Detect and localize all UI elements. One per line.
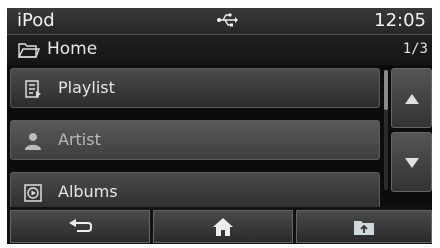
page-indicator: 1/3 [402,41,428,57]
folder-up-button[interactable] [296,210,432,243]
back-icon [69,218,92,232]
scroll-down-button[interactable] [391,132,432,192]
list-item-label: Albums [58,182,118,201]
home-button[interactable] [153,210,293,243]
breadcrumb: Home 1/3 [7,35,432,65]
ipod-screen: iPod 12:05 Home 1/3 Playlist Artist Albu… [7,8,432,244]
back-button[interactable] [10,210,150,243]
folder-up-icon [354,220,374,235]
app-title: iPod [17,10,55,31]
list-item-artist[interactable]: Artist [10,120,380,160]
list-item-playlist[interactable]: Playlist [10,68,380,108]
playlist-icon [25,80,41,98]
album-icon [24,184,42,202]
status-bar: iPod 12:05 [7,8,432,35]
list-item-label: Artist [58,130,101,149]
artist-icon [25,133,41,150]
scrollbar[interactable] [384,70,388,190]
list-item-label: Playlist [58,78,115,97]
path-label: Home [47,39,98,59]
home-icon [213,217,233,236]
list-item-albums[interactable]: Albums [10,172,380,212]
clock: 12:05 [374,10,426,31]
scroll-up-button[interactable] [391,68,432,128]
arrow-up-icon [405,94,419,104]
scroll-thumb[interactable] [384,70,388,110]
bottom-toolbar [7,207,432,244]
folder-icon [18,43,40,58]
usb-icon [217,13,238,27]
arrow-down-icon [405,158,419,168]
